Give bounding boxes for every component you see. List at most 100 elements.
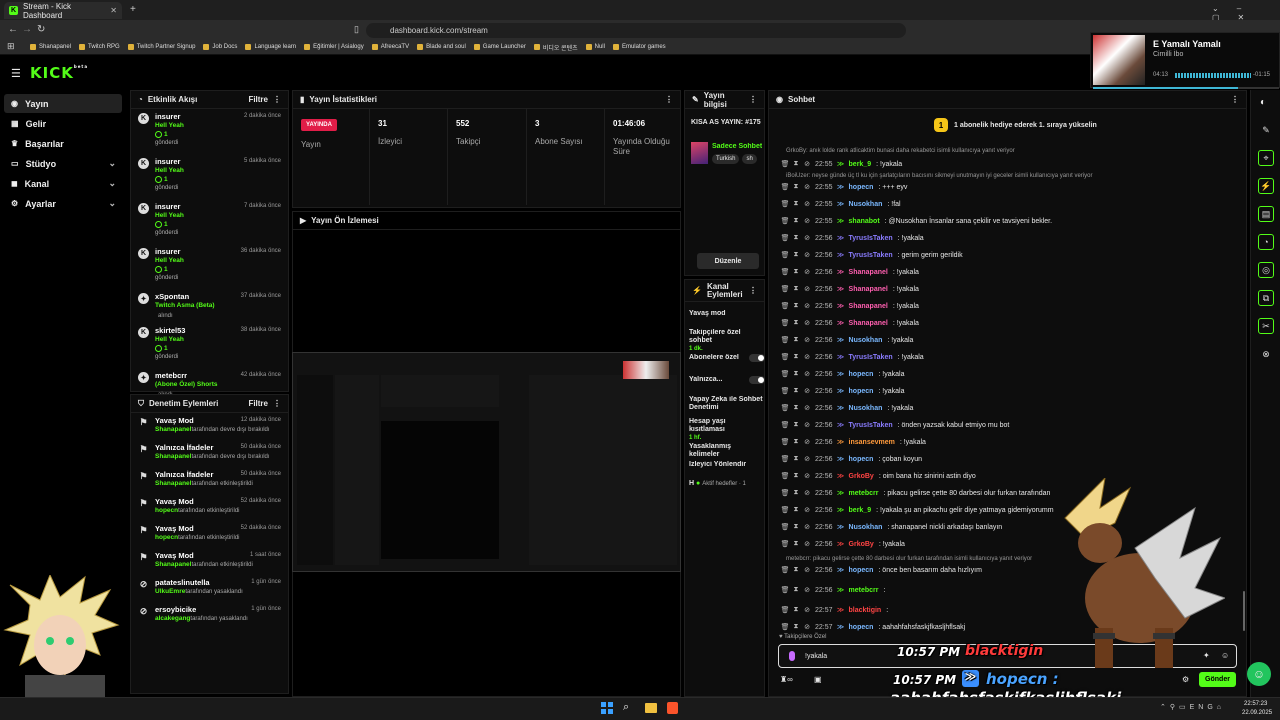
ban-icon[interactable]: ⊘ bbox=[804, 607, 810, 614]
delete-icon[interactable]: 🗑︎ bbox=[781, 371, 790, 378]
url-field[interactable]: dashboard.kick.com/stream bbox=[366, 23, 906, 38]
chat-username[interactable]: Nusokhan bbox=[849, 524, 883, 531]
chat-message[interactable]: 🗑︎ ⧗ ⊘ 22:56 ≫ Nusokhan: !yakala bbox=[781, 333, 914, 347]
moderation-by[interactable]: Shanapanel bbox=[155, 561, 191, 568]
timeout-icon[interactable]: ⧗ bbox=[793, 319, 799, 327]
timeout-icon[interactable]: ⧗ bbox=[793, 268, 799, 276]
chat-username[interactable]: Shanapanel bbox=[849, 269, 888, 276]
edit-button[interactable]: Düzenle bbox=[697, 253, 759, 269]
moderation-by[interactable]: hopecn bbox=[155, 534, 178, 541]
chat-message[interactable]: 🗑︎ ⧗ ⊘ 22:56 ≫ Shanapanel: !yakala bbox=[781, 282, 919, 296]
timeout-icon[interactable]: ⧗ bbox=[793, 200, 799, 208]
bookmark-item[interactable]: Twitch RPG bbox=[79, 44, 120, 50]
chat-message[interactable]: 🗑︎ ⧗ ⊘ 22:56 ≫ GrkoBy: !yakala bbox=[781, 537, 905, 551]
moderation-by[interactable]: hopecn bbox=[155, 507, 178, 514]
menu-icon[interactable]: ☰ bbox=[11, 67, 21, 80]
chat-username[interactable]: TyrusIsTaken bbox=[849, 252, 893, 259]
chat-message[interactable]: 🗑︎ ⧗ ⊘ 22:57 ≫ blacktigin: bbox=[781, 603, 889, 617]
rail-tool-2-icon[interactable]: ⚡ bbox=[1258, 178, 1274, 194]
timeout-icon[interactable]: ⧗ bbox=[793, 523, 799, 531]
browser-tab[interactable]: K Stream - Kick Dashboard ✕ bbox=[4, 2, 122, 20]
timeout-icon[interactable]: ⧗ bbox=[793, 623, 799, 631]
ban-icon[interactable]: ⊘ bbox=[804, 624, 810, 631]
chat-message[interactable]: 🗑︎ ⧗ ⊘ 22:56 ≫ hopecn: !yakala bbox=[781, 367, 905, 381]
new-tab-icon[interactable]: + bbox=[130, 4, 136, 15]
category-name[interactable]: Sadece Sohbet bbox=[712, 143, 762, 150]
delete-icon[interactable]: 🗑︎ bbox=[781, 490, 790, 497]
delete-icon[interactable]: 🗑︎ bbox=[781, 354, 790, 361]
rail-tool-6-icon[interactable]: ⧉ bbox=[1258, 290, 1274, 306]
moderation-more-icon[interactable]: ⋮ bbox=[273, 399, 281, 408]
sidebar-item-0[interactable]: ◉ Yayın bbox=[4, 94, 122, 113]
stream-preview-video[interactable] bbox=[292, 352, 681, 572]
delete-icon[interactable]: 🗑︎ bbox=[781, 286, 790, 293]
ban-icon[interactable]: ⊘ bbox=[804, 388, 810, 395]
timeout-icon[interactable]: ⧗ bbox=[793, 506, 799, 514]
windows-start-icon[interactable] bbox=[601, 702, 613, 714]
ban-icon[interactable]: ⊘ bbox=[804, 371, 810, 378]
chat-message[interactable]: 🗑︎ ⧗ ⊘ 22:56 ≫ TyrusIsTaken: !yakala bbox=[781, 231, 924, 245]
rail-tool-8-icon[interactable]: ⊗ bbox=[1258, 346, 1274, 362]
channel-action-item[interactable]: Yalnızca... bbox=[689, 376, 765, 384]
timeout-icon[interactable]: ⧗ bbox=[793, 370, 799, 378]
forward-icon[interactable]: → bbox=[22, 24, 32, 35]
delete-icon[interactable]: 🗑︎ bbox=[781, 524, 790, 531]
chat-username[interactable]: berk_9 bbox=[849, 507, 872, 514]
bookmark-item[interactable]: Job Docs bbox=[203, 44, 237, 50]
dark-mode-icon[interactable]: ◐ bbox=[1260, 97, 1266, 108]
timeout-icon[interactable]: ⧗ bbox=[793, 540, 799, 548]
delete-icon[interactable]: 🗑︎ bbox=[781, 252, 790, 259]
taskbar-search-icon[interactable]: ⌕ bbox=[623, 701, 629, 714]
channel-action-item[interactable]: Yavaş mod› bbox=[689, 310, 771, 319]
chat-more-icon[interactable]: ⋮ bbox=[1231, 95, 1239, 104]
rail-tool-1-icon[interactable]: ⌖ bbox=[1258, 150, 1274, 166]
bookmark-item[interactable]: Emulator games bbox=[612, 44, 666, 50]
chat-username[interactable]: TyrusIsTaken bbox=[849, 354, 893, 361]
delete-icon[interactable]: 🗑︎ bbox=[781, 456, 790, 463]
file-explorer-icon[interactable] bbox=[645, 703, 657, 713]
timeout-icon[interactable]: ⧗ bbox=[793, 183, 799, 191]
chat-message[interactable]: 🗑︎ ⧗ ⊘ 22:55 ≫ shanabot: @Nusokhan İnsanlar s… bbox=[781, 214, 1053, 228]
bookmark-icon[interactable]: ▯ bbox=[354, 24, 359, 35]
chat-username[interactable]: Nusokhan bbox=[849, 405, 883, 412]
chat-username[interactable]: Nusokhan bbox=[849, 201, 883, 208]
channel-action-item[interactable]: İzleyici Yönlendir bbox=[689, 461, 763, 469]
reload-icon[interactable]: ↻ bbox=[37, 24, 45, 35]
chat-username[interactable]: insansevmem bbox=[849, 439, 895, 446]
ban-icon[interactable]: ⊘ bbox=[804, 567, 810, 574]
chat-save-icon[interactable]: ▣ bbox=[814, 675, 822, 684]
timeout-icon[interactable]: ⧗ bbox=[793, 472, 799, 480]
chat-message[interactable]: 🗑︎ ⧗ ⊘ 22:56 ≫ TyrusIsTaken: gerim gerim geri… bbox=[781, 248, 963, 262]
chat-username[interactable]: berk_9 bbox=[849, 161, 872, 168]
sidebar-item-5[interactable]: ⚙ Ayarlar ⌄ bbox=[4, 194, 122, 213]
gift-banner[interactable]: 1 1 abonelik hediye ederek 1. sıraya yük… bbox=[934, 118, 1097, 132]
kick-logo[interactable]: KICKbeta bbox=[30, 64, 88, 82]
timeout-icon[interactable]: ⧗ bbox=[793, 586, 799, 594]
ban-icon[interactable]: ⊘ bbox=[804, 286, 810, 293]
bookmark-item[interactable]: 비디오 콘텐츠 bbox=[533, 43, 578, 52]
chat-username[interactable]: Shanapanel bbox=[849, 303, 888, 310]
green-chat-bubble-icon[interactable]: ☺ bbox=[1247, 662, 1271, 686]
chat-username[interactable]: hopecn bbox=[849, 388, 874, 395]
chat-message[interactable]: 🗑︎ ⧗ ⊘ 22:57 ≫ hopecn: aahahfahsfaskjfkasljhf… bbox=[781, 620, 966, 634]
rail-tool-3-icon[interactable]: ▤ bbox=[1258, 206, 1274, 222]
chat-username[interactable]: hopecn bbox=[849, 567, 874, 574]
delete-icon[interactable]: 🗑︎ bbox=[781, 624, 790, 631]
chat-link-icon[interactable]: ♜∞ bbox=[780, 675, 793, 684]
delete-icon[interactable]: 🗑︎ bbox=[781, 184, 790, 191]
timeout-icon[interactable]: ⧗ bbox=[793, 387, 799, 395]
chat-username[interactable]: hopecn bbox=[849, 371, 874, 378]
ban-icon[interactable]: ⊘ bbox=[804, 490, 810, 497]
toggle-switch[interactable] bbox=[749, 354, 765, 362]
rail-tool-0-icon[interactable]: ✎ bbox=[1258, 122, 1274, 138]
sidebar-item-3[interactable]: ▭ Stüdyo ⌄ bbox=[4, 154, 122, 173]
delete-icon[interactable]: 🗑︎ bbox=[781, 541, 790, 548]
chat-message[interactable]: 🗑︎ ⧗ ⊘ 22:56 ≫ hopecn: !yakala bbox=[781, 384, 905, 398]
timeout-icon[interactable]: ⧗ bbox=[793, 251, 799, 259]
tag-chip[interactable]: sh bbox=[742, 154, 757, 164]
chat-username[interactable]: shanabot bbox=[849, 218, 880, 225]
delete-icon[interactable]: 🗑︎ bbox=[781, 320, 790, 327]
ban-icon[interactable]: ⊘ bbox=[804, 337, 810, 344]
delete-icon[interactable]: 🗑︎ bbox=[781, 388, 790, 395]
delete-icon[interactable]: 🗑︎ bbox=[781, 507, 790, 514]
